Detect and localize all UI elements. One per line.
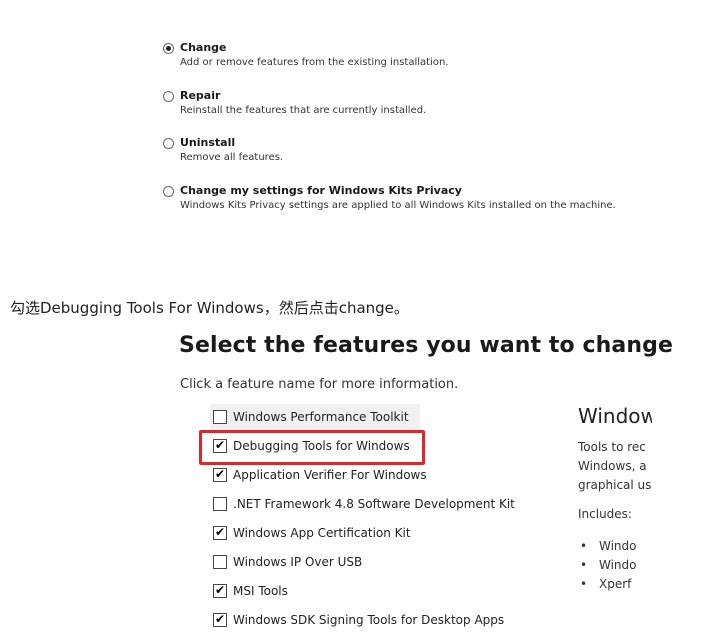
feature-label[interactable]: Application Verifier For Windows <box>233 467 427 483</box>
feature-label[interactable]: .NET Framework 4.8 Software Development … <box>233 496 515 512</box>
feature-checkbox[interactable] <box>213 410 227 424</box>
feature-checkbox[interactable] <box>213 497 227 511</box>
feature-description-pane: Window Tools to rec Windows, a graphical… <box>578 402 652 637</box>
option-uninstall-description: Remove all features. <box>180 152 284 163</box>
description-line: Windows, a <box>578 459 647 473</box>
description-title: Window <box>578 404 652 428</box>
description-line: Tools to rec <box>578 440 646 454</box>
uninstall-radio[interactable] <box>163 138 174 149</box>
option-repair[interactable]: Repair Reinstall the features that are c… <box>162 88 702 135</box>
includes-item: Xperf <box>578 575 652 594</box>
feature-checkbox[interactable] <box>213 467 227 482</box>
feature-item-msi-tools[interactable]: MSI Tools <box>210 578 540 607</box>
red-highlight-box <box>199 430 425 465</box>
option-change-title: Change <box>180 41 227 54</box>
maintenance-options: Change Add or remove features from the e… <box>162 40 702 231</box>
option-uninstall-title: Uninstall <box>180 136 236 149</box>
feature-item-windows-performance-toolkit[interactable]: Windows Performance Toolkit <box>210 404 420 433</box>
feature-label[interactable]: Windows SDK Signing Tools for Desktop Ap… <box>233 612 504 628</box>
feature-checkbox[interactable] <box>213 525 227 540</box>
feature-label[interactable]: MSI Tools <box>233 583 288 599</box>
instruction-caption: 勾选Debugging Tools For Windows，然后点击change… <box>10 299 409 317</box>
description-text: Tools to rec Windows, a graphical us <box>578 438 652 495</box>
includes-label: Includes: <box>578 507 632 521</box>
includes-item: Windo <box>578 537 652 556</box>
feature-item-net-framework-sdk[interactable]: .NET Framework 4.8 Software Development … <box>210 491 540 520</box>
includes-item: Windo <box>578 556 652 575</box>
change-radio[interactable] <box>163 43 174 54</box>
feature-item-application-verifier[interactable]: Application Verifier For Windows <box>210 462 540 491</box>
feature-item-ip-over-usb[interactable]: Windows IP Over USB <box>210 549 540 578</box>
option-privacy-settings-title: Change my settings for Windows Kits Priv… <box>180 184 462 197</box>
feature-screen-subtitle: Click a feature name for more informatio… <box>180 377 459 392</box>
feature-label[interactable]: Windows IP Over USB <box>233 554 362 570</box>
feature-checkbox[interactable] <box>213 555 227 569</box>
option-privacy-settings[interactable]: Change my settings for Windows Kits Priv… <box>162 183 702 231</box>
feature-checkbox[interactable] <box>213 583 227 598</box>
option-change[interactable]: Change Add or remove features from the e… <box>162 40 702 88</box>
option-privacy-settings-description: Windows Kits Privacy settings are applie… <box>180 200 616 211</box>
feature-checkbox[interactable] <box>213 612 227 627</box>
feature-screen-heading: Select the features you want to change <box>179 333 673 358</box>
includes-list: Windo Windo Xperf <box>578 537 652 594</box>
description-line: graphical us <box>578 478 652 492</box>
feature-item-sdk-signing-tools[interactable]: Windows SDK Signing Tools for Desktop Ap… <box>210 607 540 636</box>
privacy-settings-radio[interactable] <box>163 186 174 197</box>
repair-radio[interactable] <box>163 91 174 102</box>
option-change-description: Add or remove features from the existing… <box>180 57 449 68</box>
feature-label[interactable]: Windows App Certification Kit <box>233 525 411 541</box>
feature-item-app-certification-kit[interactable]: Windows App Certification Kit <box>210 520 540 549</box>
feature-label[interactable]: Windows Performance Toolkit <box>233 409 409 425</box>
option-repair-title: Repair <box>180 89 221 102</box>
option-repair-description: Reinstall the features that are currentl… <box>180 105 427 116</box>
option-uninstall[interactable]: Uninstall Remove all features. <box>162 135 702 183</box>
